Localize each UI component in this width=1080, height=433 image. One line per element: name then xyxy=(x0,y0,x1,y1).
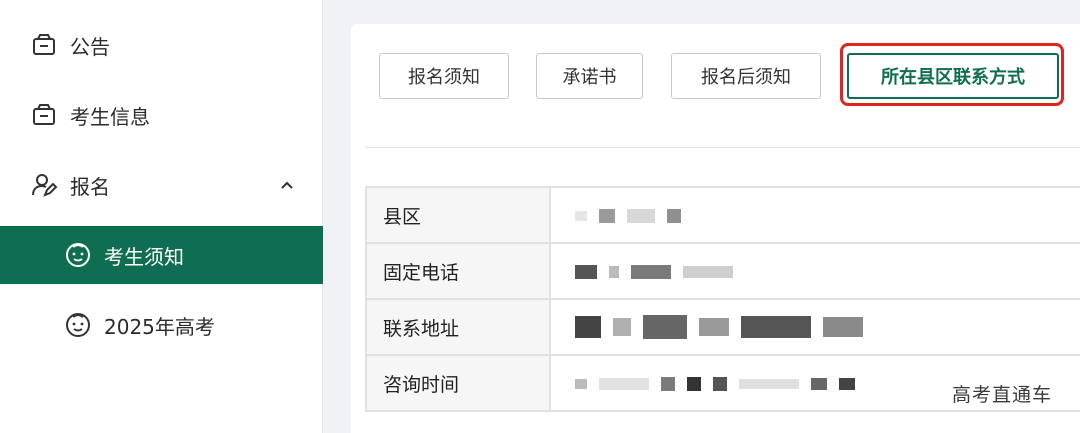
box-icon xyxy=(30,31,58,59)
watermark-text: 高考直通车 xyxy=(951,384,1052,406)
box-icon xyxy=(30,101,58,129)
table-row: 县区 xyxy=(365,186,1080,244)
redacted-value xyxy=(549,298,1080,356)
smile-icon xyxy=(64,311,92,339)
redacted-value xyxy=(549,186,1080,244)
tab-commitment-letter[interactable]: 承诺书 xyxy=(536,53,643,99)
smile-icon xyxy=(64,241,92,269)
sidebar-item-label: 考生须知 xyxy=(104,244,184,269)
sidebar-item-label: 考生信息 xyxy=(70,104,150,129)
divider xyxy=(365,147,1080,148)
table-row: 联系地址 xyxy=(365,298,1080,356)
sidebar-item-announcements[interactable]: 公告 xyxy=(0,16,323,74)
tab-county-contact[interactable]: 所在县区联系方式 xyxy=(847,53,1059,99)
sidebar-item-label: 公告 xyxy=(70,34,110,59)
sidebar-item-label: 报名 xyxy=(70,174,110,199)
row-label: 县区 xyxy=(365,186,551,244)
tab-post-registration-notice[interactable]: 报名后须知 xyxy=(671,53,821,99)
contact-table: 县区 固定电话 联系地址 咨询时间 xyxy=(365,186,1080,412)
row-label: 联系地址 xyxy=(365,298,551,356)
sidebar: 公告 考生信息 报名 考生须知 2025年高考 xyxy=(0,0,323,433)
row-label: 咨询时间 xyxy=(365,354,551,412)
sidebar-item-gaokao-2025[interactable]: 2025年高考 xyxy=(0,296,323,354)
sidebar-item-candidate-notice[interactable]: 考生须知 xyxy=(0,226,323,284)
redacted-value xyxy=(549,242,1080,300)
sidebar-item-candidate-info[interactable]: 考生信息 xyxy=(0,86,323,144)
main-panel: 报名须知 承诺书 报名后须知 所在县区联系方式 县区 固定电话 联系地址 咨询时… xyxy=(351,24,1080,433)
tab-registration-notice[interactable]: 报名须知 xyxy=(379,53,509,99)
sidebar-item-label: 2025年高考 xyxy=(104,314,215,339)
row-label: 固定电话 xyxy=(365,242,551,300)
chevron-up-icon[interactable] xyxy=(277,175,297,195)
sidebar-item-registration[interactable]: 报名 xyxy=(0,156,323,214)
table-row: 固定电话 xyxy=(365,242,1080,300)
user-edit-icon xyxy=(30,171,58,199)
